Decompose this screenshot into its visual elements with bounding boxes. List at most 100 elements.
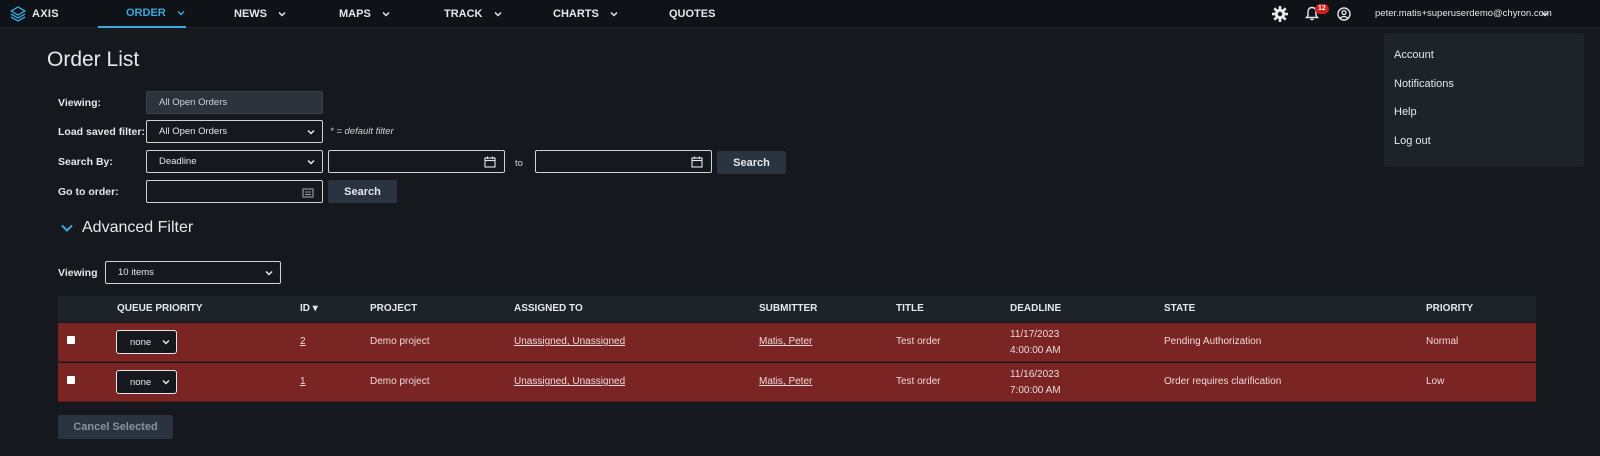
page-title: Order List [47,48,140,71]
saved-filter-select[interactable]: All Open Orders [146,120,323,143]
menu-item-logout[interactable]: Log out [1394,135,1431,147]
id-card-icon [302,188,314,198]
page-size-value: 10 items [118,267,154,278]
column-header-queue-priority[interactable]: QUEUE PRIORITY [117,303,203,314]
column-header-title[interactable]: TITLE [896,303,924,314]
page-size-select[interactable]: 10 items [105,261,281,284]
goto-order-label: Go to order: [58,186,119,198]
submitter-link[interactable]: Matis, Peter [759,336,812,347]
search-by-value: Deadline [159,156,197,167]
brand-logo[interactable]: AXIS [10,6,59,22]
column-header-deadline[interactable]: DEADLINE [1010,303,1061,314]
search-by-select[interactable]: Deadline [146,150,323,173]
chevron-down-icon [162,379,170,385]
user-dropdown-menu: Account Notifications Help Log out [1384,33,1584,167]
from-date-input[interactable] [328,150,505,173]
saved-filter-label: Load saved filter: [58,126,145,138]
gear-icon[interactable] [1271,5,1289,23]
order-id-link[interactable]: 2 [300,336,306,347]
user-circle-icon[interactable] [1337,7,1351,21]
menu-item-notifications[interactable]: Notifications [1394,78,1454,90]
top-navigation-bar: AXIS ORDER NEWS MAPS TRACK CHARTS QUOTES [0,0,1600,28]
chevron-down-icon [278,11,286,17]
goto-order-input[interactable] [146,180,323,203]
chevron-down-icon [307,129,315,135]
row-checkbox[interactable] [67,376,75,384]
column-header-id[interactable]: ID ▾ [300,303,318,314]
submitter-link[interactable]: Matis, Peter [759,376,812,387]
chevron-down-icon [162,339,170,345]
notifications-button[interactable]: 12 [1305,4,1329,22]
user-email[interactable]: peter.matis+superuserdemo@chyron.com [1375,8,1552,19]
deadline-cell: 11/17/2023 4:00:00 AM [1010,327,1061,359]
calendar-icon[interactable] [691,156,703,168]
menu-item-account[interactable]: Account [1394,49,1434,61]
state-cell: Order requires clarification [1164,376,1282,387]
nav-item-news[interactable]: NEWS [234,0,287,28]
deadline-cell: 11/16/2023 7:00:00 AM [1010,367,1061,399]
cancel-selected-button[interactable]: Cancel Selected [58,415,173,439]
to-label: to [515,158,523,169]
calendar-icon[interactable] [484,156,496,168]
default-filter-hint: * = default filter [330,126,394,137]
assigned-to-link[interactable]: Unassigned, Unassigned [514,336,625,347]
column-header-state[interactable]: STATE [1164,303,1195,314]
nav-item-charts[interactable]: CHARTS [553,0,619,28]
chevron-down-icon [610,11,618,17]
column-header-priority[interactable]: PRIORITY [1426,303,1473,314]
advanced-filter-label: Advanced Filter [82,219,194,236]
deadline-time: 4:00:00 AM [1010,345,1061,356]
nav-item-track[interactable]: TRACK [444,0,503,28]
brand-name: AXIS [32,8,59,20]
viewing-field: All Open Orders [146,91,323,114]
state-cell: Pending Authorization [1164,336,1262,347]
assigned-to-link[interactable]: Unassigned, Unassigned [514,376,625,387]
chevron-down-icon [177,10,185,16]
title-cell: Test order [896,376,941,387]
nav-item-order[interactable]: ORDER [98,0,186,28]
column-header-project[interactable]: PROJECT [370,303,417,314]
deadline-date: 11/17/2023 [1010,329,1060,340]
chevron-down-icon [307,159,315,165]
priority-cell: Low [1426,376,1445,387]
saved-filter-value: All Open Orders [159,126,228,137]
priority-cell: Normal [1426,336,1459,347]
nav-item-label: ORDER [126,7,166,19]
column-header-assigned-to[interactable]: ASSIGNED TO [514,303,583,314]
advanced-filter-toggle[interactable]: Advanced Filter [60,219,193,237]
order-id-link[interactable]: 1 [300,376,306,387]
page-size-label: Viewing [58,267,98,279]
nav-item-label: TRACK [444,8,483,20]
table-row[interactable]: none 2 Demo project Unassigned, Unassign… [58,323,1536,362]
table-row[interactable]: none 1 Demo project Unassigned, Unassign… [58,363,1536,402]
nav-item-maps[interactable]: MAPS [339,0,391,28]
viewing-value: All Open Orders [159,97,228,108]
queue-priority-value: none [130,336,152,348]
chevron-down-icon [265,270,273,276]
deadline-date: 11/16/2023 [1010,369,1060,380]
row-checkbox[interactable] [67,336,75,344]
queue-priority-select[interactable]: none [116,370,177,394]
column-header-submitter[interactable]: SUBMITTER [759,303,817,314]
chevron-down-icon[interactable] [1540,9,1550,19]
chevron-down-icon [382,11,390,17]
viewing-label: Viewing: [58,97,101,109]
menu-item-help[interactable]: Help [1394,106,1417,118]
chevron-down-icon [493,11,502,17]
queue-priority-select[interactable]: none [116,330,177,354]
project-cell: Demo project [370,376,430,387]
goto-order-search-button[interactable]: Search [328,180,397,203]
nav-item-label: MAPS [339,8,371,20]
queue-priority-value: none [130,376,152,388]
sort-descending-icon: ▾ [312,303,318,314]
date-search-button[interactable]: Search [717,151,786,174]
nav-item-label: CHARTS [553,8,599,20]
nav-item-quotes[interactable]: QUOTES [669,0,715,28]
nav-item-label: QUOTES [669,8,716,20]
notification-count-badge: 12 [1315,4,1329,14]
layers-icon [10,6,26,22]
deadline-time: 7:00:00 AM [1010,385,1061,396]
to-date-input[interactable] [535,150,712,173]
table-header-row: QUEUE PRIORITY ID ▾ PROJECT ASSIGNED TO … [58,296,1536,322]
search-by-label: Search By: [58,156,113,168]
